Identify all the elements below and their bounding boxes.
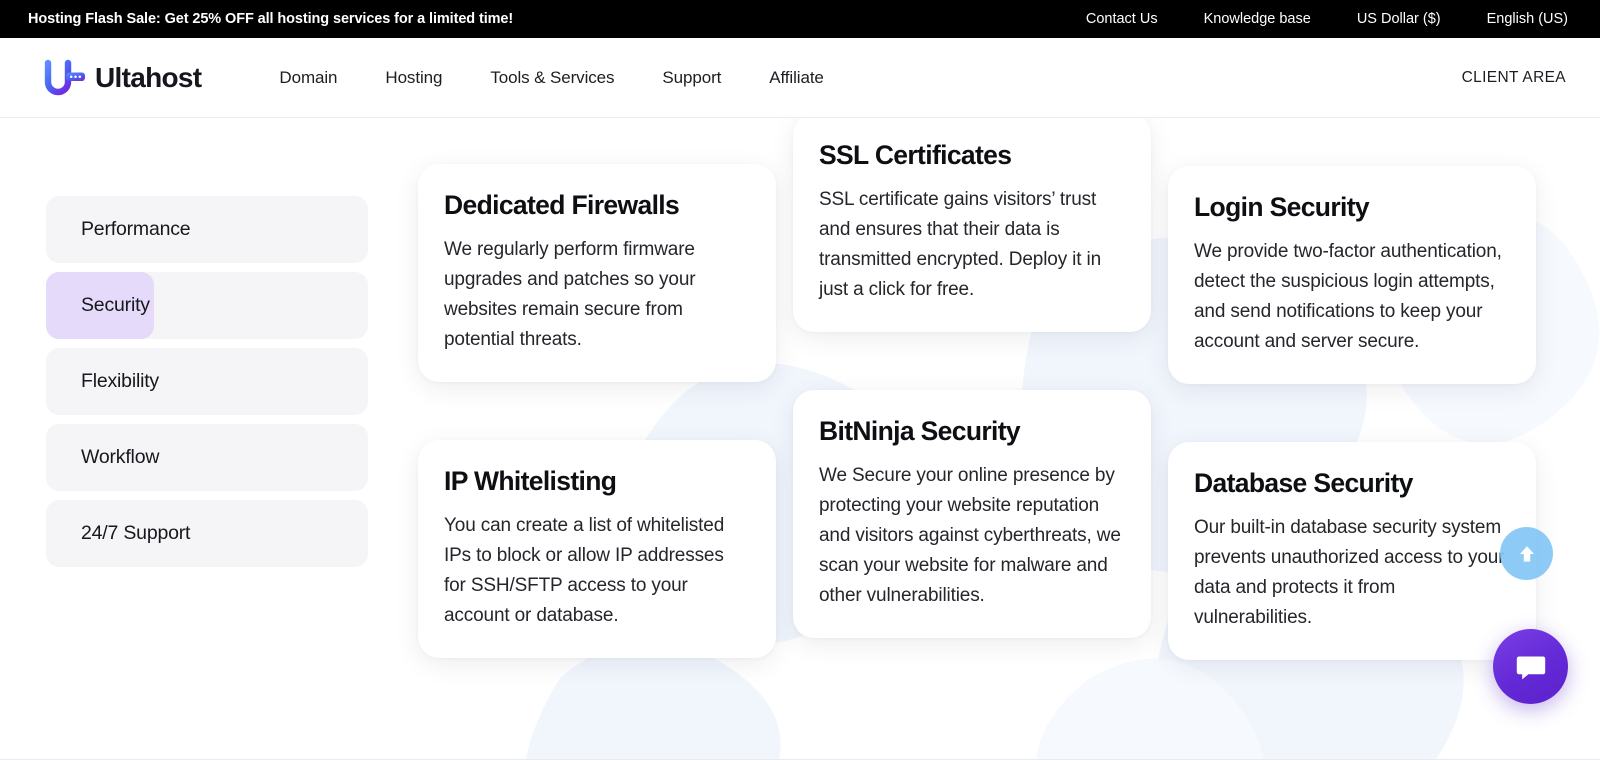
- tab-performance[interactable]: Performance: [46, 196, 368, 263]
- card-title: BitNinja Security: [819, 416, 1021, 446]
- tab-24-7-support[interactable]: 24/7 Support: [46, 500, 368, 567]
- promo-link-knowledge-base[interactable]: Knowledge base: [1204, 11, 1311, 27]
- tab-label: Flexibility: [81, 370, 159, 392]
- tab-label: Performance: [81, 218, 191, 240]
- feature-card-ip-whitelisting[interactable]: IP Whitelisting You can create a list of…: [418, 440, 776, 658]
- feature-card-bitninja-security[interactable]: BitNinja Security We Secure your online …: [793, 390, 1151, 638]
- nav-item-tools-services[interactable]: Tools & Services: [490, 68, 614, 88]
- main-navigation: Domain Hosting Tools & Services Support …: [279, 68, 823, 88]
- arrow-up-icon: [1519, 545, 1534, 562]
- card-title: SSL Certificates: [819, 140, 1012, 170]
- card-description: Our built-in database security system pr…: [1194, 516, 1505, 628]
- feature-card-database-security[interactable]: Database Security Our built-in database …: [1168, 442, 1536, 660]
- feature-cards-grid: Dedicated Firewalls We regularly perform…: [418, 118, 1600, 760]
- promo-link-contact-us[interactable]: Contact Us: [1086, 11, 1158, 27]
- feature-card-ssl-certificates[interactable]: SSL Certificates SSL certificate gains v…: [793, 118, 1151, 332]
- nav-item-affiliate[interactable]: Affiliate: [769, 68, 824, 88]
- chat-bubble-icon: [1516, 656, 1545, 679]
- card-title: Database Security: [1194, 468, 1413, 498]
- feature-card-login-security[interactable]: Login Security We provide two-factor aut…: [1168, 166, 1536, 384]
- currency-selector[interactable]: US Dollar ($): [1357, 11, 1441, 27]
- nav-item-support[interactable]: Support: [662, 68, 721, 88]
- header-right: CLIENT AREA: [1462, 69, 1566, 87]
- card-description: We Secure your online presence by protec…: [819, 464, 1121, 606]
- brand-name: Ultahost: [95, 61, 202, 93]
- card-description: We regularly perform firmware upgrades a…: [444, 238, 696, 350]
- language-selector[interactable]: English (US): [1487, 11, 1568, 27]
- site-header: Ultahost Domain Hosting Tools & Services…: [0, 38, 1600, 118]
- ultahost-uh-logo-icon: [44, 59, 86, 95]
- tab-flexibility[interactable]: Flexibility: [46, 348, 368, 415]
- card-title: Login Security: [1194, 192, 1370, 222]
- client-area-link[interactable]: CLIENT AREA: [1462, 69, 1566, 87]
- features-content: Performance Security Flexibility Workflo…: [0, 118, 1600, 760]
- brand-logo-link[interactable]: Ultahost: [44, 58, 202, 98]
- tab-label: 24/7 Support: [81, 522, 191, 544]
- chat-widget-button[interactable]: [1493, 629, 1568, 704]
- promo-message: Hosting Flash Sale: Get 25% OFF all host…: [28, 11, 514, 27]
- tab-label: Security: [81, 294, 150, 316]
- promo-links: Contact Us Knowledge base US Dollar ($) …: [1086, 11, 1568, 27]
- nav-item-hosting[interactable]: Hosting: [385, 68, 442, 88]
- feature-card-dedicated-firewalls[interactable]: Dedicated Firewalls We regularly perform…: [418, 164, 776, 382]
- tab-workflow[interactable]: Workflow: [46, 424, 368, 491]
- features-section: Performance Security Flexibility Workflo…: [0, 118, 1600, 760]
- promo-bar: Hosting Flash Sale: Get 25% OFF all host…: [0, 0, 1600, 38]
- card-title: Dedicated Firewalls: [444, 190, 680, 220]
- scroll-to-top-button[interactable]: [1500, 527, 1553, 580]
- card-title: IP Whitelisting: [444, 466, 617, 496]
- tab-label: Workflow: [81, 446, 160, 468]
- feature-tab-rail: Performance Security Flexibility Workflo…: [46, 196, 368, 567]
- card-description: You can create a list of whitelisted IPs…: [444, 514, 725, 626]
- tab-security[interactable]: Security: [46, 272, 368, 339]
- nav-item-domain[interactable]: Domain: [279, 68, 337, 88]
- card-description: SSL certificate gains visitors’ trust an…: [819, 188, 1101, 300]
- card-description: We provide two-factor authentication, de…: [1194, 240, 1502, 352]
